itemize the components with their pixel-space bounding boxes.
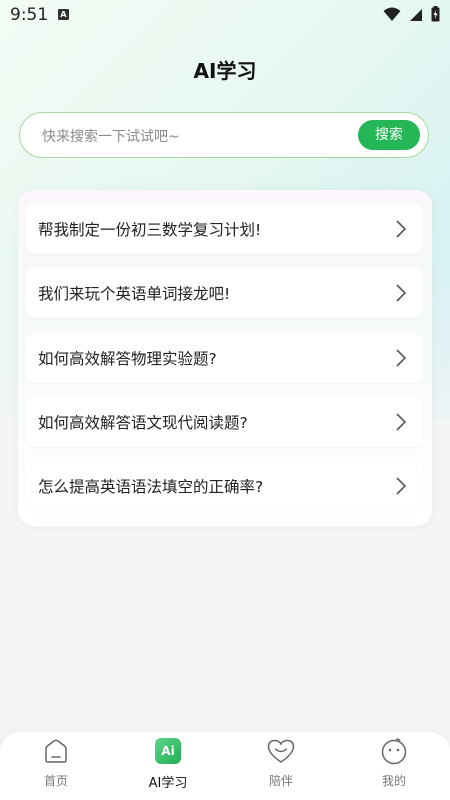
tab-home[interactable]: 首页 [0,732,112,800]
battery-icon [431,6,440,22]
search-input[interactable]: 快来搜索一下试试吧~ [42,126,180,146]
question-text: 如何高效解答语文现代阅读题? [38,414,248,432]
question-item[interactable]: 帮我制定一份初三数学复习计划! [26,204,423,254]
status-bar: 9:51 A [0,0,450,34]
question-text: 怎么提高英语语法填空的正确率? [38,478,264,496]
search-button[interactable]: 搜索 [358,120,420,150]
bottom-tab-bar: 首页 Ai AI学习 陪伴 我的 [0,732,450,800]
page-title: AI学习 [193,59,257,83]
question-text: 如何高效解答物理实验题? [38,350,217,368]
suggested-questions-card: 帮我制定一份初三数学复习计划! 我们来玩个英语单词接龙吧! 如何高效解答物理实验… [18,190,432,526]
status-time: 9:51 [10,5,49,25]
tab-label: 我的 [381,774,406,788]
notification-icon: A [58,9,69,20]
chevron-right-icon [396,349,407,367]
question-item[interactable]: 怎么提高英语语法填空的正确率? [26,461,423,511]
home-icon [45,739,67,763]
chevron-right-icon [396,477,407,495]
search-bar[interactable]: 快来搜索一下试试吧~ 搜索 [19,112,429,158]
question-text: 我们来玩个英语单词接龙吧! [38,285,231,303]
chevron-right-icon [396,220,407,238]
tab-ai-learning[interactable]: Ai AI学习 [112,732,224,800]
chevron-right-icon [396,284,407,302]
question-item[interactable]: 如何高效解答物理实验题? [26,333,423,383]
heart-smile-icon [267,739,295,763]
signal-icon [410,8,422,21]
chevron-right-icon [396,413,407,431]
tab-companion[interactable]: 陪伴 [225,732,337,800]
face-icon [381,738,407,765]
status-icons [383,6,440,22]
question-text: 帮我制定一份初三数学复习计划! [38,221,262,239]
tab-mine[interactable]: 我的 [338,732,450,800]
tab-label: 首页 [43,774,68,788]
question-item[interactable]: 我们来玩个英语单词接龙吧! [26,268,423,318]
tab-label: 陪伴 [268,774,293,788]
wifi-icon [383,7,401,21]
question-item[interactable]: 如何高效解答语文现代阅读题? [26,397,423,447]
tab-label: AI学习 [148,776,188,791]
ai-icon: Ai [155,738,181,764]
